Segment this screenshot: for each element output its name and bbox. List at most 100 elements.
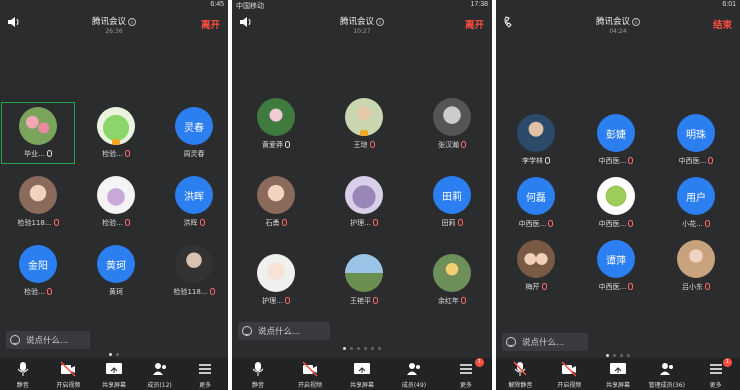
participant-name-text: 中西医... <box>598 283 627 291</box>
participant-tile[interactable]: 何磊 中西医... <box>500 173 572 233</box>
avatar <box>345 176 383 214</box>
toolbar-label: 静音 <box>251 382 264 389</box>
participant-tile[interactable]: 黄爱莽 <box>240 94 312 154</box>
participant-tile[interactable]: 王艳平 <box>328 250 400 310</box>
participant-tile[interactable]: 金阳 检验... <box>2 241 74 301</box>
participant-name-text: 毕业... <box>24 150 45 158</box>
leave-button[interactable]: 离开 <box>465 17 484 31</box>
participant-tile[interactable]: 张汉瀚 <box>416 94 488 154</box>
participant-tile[interactable]: 田莉 田莉 <box>416 172 488 232</box>
participant-tile[interactable]: 梅芹 <box>500 236 572 296</box>
camera-off-button[interactable]: 开启视频 <box>284 358 336 390</box>
mic-button[interactable]: 静音 <box>232 358 284 390</box>
status-time: 6:45 <box>210 1 224 8</box>
participant-name: 中西医... <box>580 282 652 292</box>
camera-off-button[interactable]: 开启视频 <box>545 358 594 390</box>
participant-name-text: 周灵春 <box>183 150 205 158</box>
participant-name-text: 检验118... <box>173 288 208 296</box>
notification-badge: 1 <box>722 358 732 367</box>
toolbar-label: 成员(12) <box>147 382 172 389</box>
more-button[interactable]: 更多 <box>182 358 228 390</box>
meeting-title[interactable]: 腾讯会议 i <box>496 15 740 27</box>
mic-button[interactable]: 静音 <box>0 358 46 390</box>
toolbar-label: 管理成员(36) <box>648 382 685 389</box>
members-icon <box>152 363 166 375</box>
participant-tile[interactable]: 用户 小花... <box>660 173 732 233</box>
mic-muted-icon <box>46 288 52 295</box>
participant-name-text: 护理... <box>350 219 371 227</box>
more-button[interactable]: 1 更多 <box>691 358 740 390</box>
toolbar-label: 成员(49) <box>401 382 427 389</box>
participant-tile[interactable]: 检验... <box>80 103 152 163</box>
mic-muted-icon <box>628 157 634 164</box>
participant-name-text: 中西医... <box>518 220 547 228</box>
participant-name-text: 检验... <box>102 150 123 158</box>
share-screen-button[interactable]: 共享屏幕 <box>336 358 388 390</box>
mic-muted-icon <box>124 150 130 157</box>
more-button[interactable]: 1 更多 <box>440 358 492 390</box>
participant-tile[interactable]: 检验... <box>80 172 152 232</box>
participant-tile[interactable]: 检验118... <box>158 241 228 301</box>
info-icon[interactable]: i <box>128 18 136 26</box>
members-button[interactable]: 管理成员(36) <box>642 358 691 390</box>
avatar <box>19 107 57 145</box>
participant-tile[interactable]: 王琼 <box>328 94 400 154</box>
participant-name: 周灵春 <box>158 149 228 159</box>
participant-tile[interactable]: 中西医... <box>580 173 652 233</box>
participant-tile[interactable]: 谭萍中西医... <box>580 236 652 296</box>
participant-name: 中西医... <box>500 219 572 229</box>
info-icon[interactable]: i <box>376 18 384 26</box>
participant-name: 洪晖 <box>158 218 228 228</box>
participant-tile[interactable]: 余红年 <box>416 250 488 310</box>
participant-tile[interactable]: 洪晖 洪晖 <box>158 172 228 232</box>
participant-tile[interactable]: 黄珂 黄珂 <box>80 241 152 301</box>
participant-tile[interactable]: 明珠 中西医... <box>660 110 732 170</box>
bottom-toolbar: 静音 开启视频 共享屏幕 成员(12) 更多 <box>0 358 228 390</box>
end-meeting-button[interactable]: 结束 <box>713 17 732 31</box>
chat-input[interactable]: 说点什么... <box>502 333 588 351</box>
mic-muted-button[interactable]: 解除静音 <box>496 358 545 390</box>
toolbar-label: 共享屏幕 <box>349 382 374 389</box>
avatar <box>433 98 471 136</box>
chat-input[interactable]: 说点什么... <box>6 331 90 349</box>
members-button[interactable]: 成员(49) <box>388 358 440 390</box>
participant-tile[interactable]: 彭婕 中西医... <box>580 110 652 170</box>
share-screen-button[interactable]: 共享屏幕 <box>91 358 137 390</box>
participant-name-text: 小花... <box>682 220 703 228</box>
avatar <box>517 240 555 278</box>
chat-input[interactable]: 说点什么... <box>238 322 330 340</box>
members-button[interactable]: 成员(12) <box>137 358 183 390</box>
mic-muted-icon <box>53 219 59 226</box>
meeting-title[interactable]: 腾讯会议 i <box>232 15 492 27</box>
avatar-initials: 明珠 <box>677 114 715 152</box>
meeting-duration: 26:36 <box>105 28 123 35</box>
avatar-initials: 谭萍 <box>597 240 635 278</box>
participant-name: 李学林 <box>500 156 572 166</box>
leave-button[interactable]: 离开 <box>201 17 220 31</box>
participant-tile[interactable]: 检验118... <box>2 172 74 232</box>
meeting-title[interactable]: 腾讯会议 i <box>0 15 228 27</box>
mic-muted-icon <box>372 219 378 226</box>
participant-tile[interactable]: 石勇 <box>240 172 312 232</box>
mic-muted-icon <box>461 297 466 304</box>
mic-icon <box>46 150 52 157</box>
participant-name: 检验... <box>2 287 74 297</box>
participant-tile[interactable]: 李学林 <box>500 110 572 170</box>
share-screen-icon <box>105 363 122 374</box>
participant-tile[interactable]: 灵春 周灵春 <box>158 103 228 163</box>
participant-tile[interactable]: 毕业... <box>1 102 75 164</box>
camera-off-button[interactable]: 开启视频 <box>46 358 92 390</box>
host-icon <box>112 139 120 145</box>
participant-tile[interactable]: 护理... <box>328 172 400 232</box>
participant-tile[interactable]: 护理... <box>240 250 312 310</box>
avatar <box>257 176 295 214</box>
avatar <box>257 254 295 292</box>
participant-name-text: 余红年 <box>438 297 459 305</box>
participant-name: 检验118... <box>158 287 228 297</box>
share-screen-button[interactable]: 共享屏幕 <box>594 358 643 390</box>
participant-name: 吕小东 <box>660 282 732 292</box>
info-icon[interactable]: i <box>632 18 640 26</box>
participant-tile[interactable]: 吕小东 <box>660 236 732 296</box>
mic-muted-icon <box>461 141 466 148</box>
toolbar-label: 解除静音 <box>508 382 533 389</box>
